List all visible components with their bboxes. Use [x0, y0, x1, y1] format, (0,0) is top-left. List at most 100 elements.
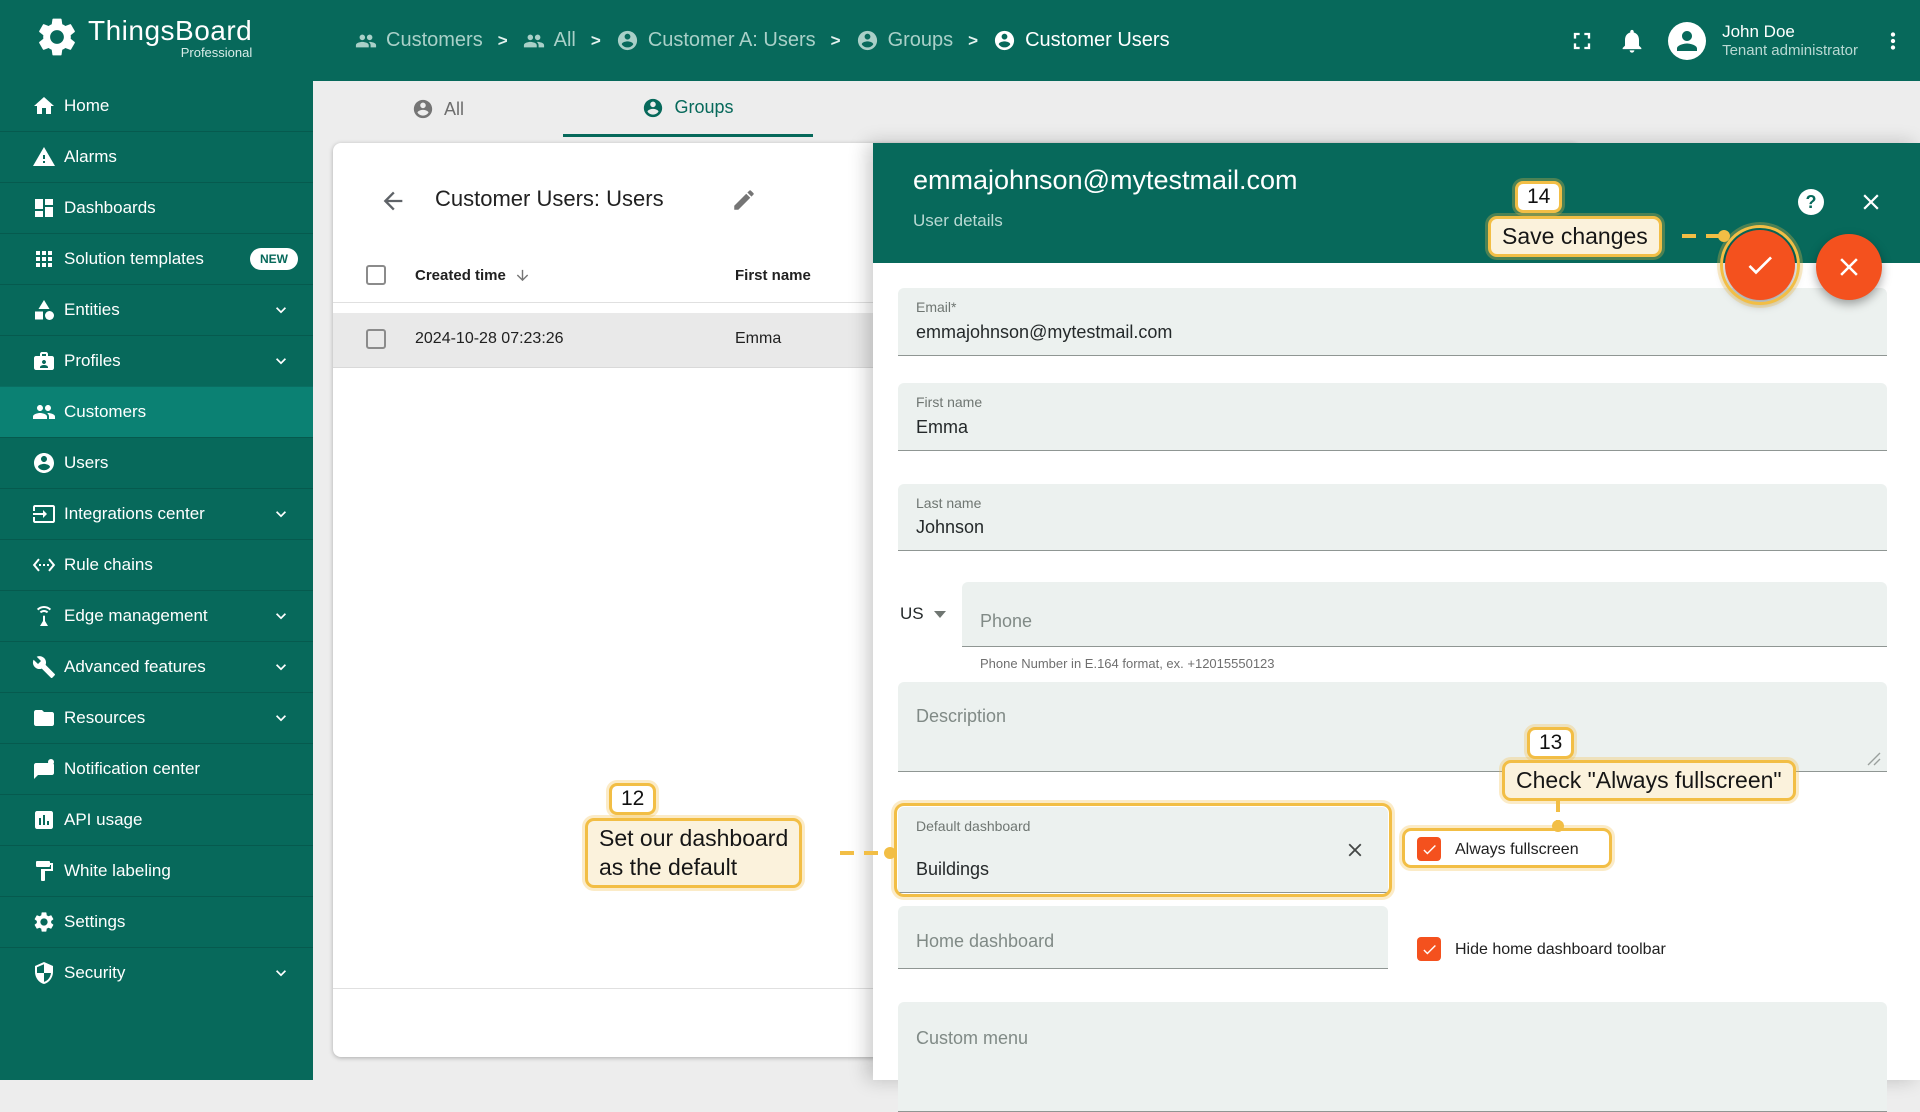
phone-hint: Phone Number in E.164 format, ex. +12015… — [980, 656, 1275, 671]
sidebar-item-alarms[interactable]: Alarms — [0, 131, 313, 182]
sidebar-item-customers[interactable]: Customers — [0, 386, 313, 437]
brand-subtitle: Professional — [180, 44, 253, 60]
default-dashboard-field[interactable]: Default dashboard — [898, 807, 1388, 893]
sidebar-item-settings[interactable]: Settings — [0, 896, 313, 947]
sidebar-item-entities[interactable]: Entities — [0, 284, 313, 335]
people-icon — [355, 30, 377, 52]
chevron-down-icon — [271, 351, 291, 371]
user-info[interactable]: John Doe Tenant administrator — [1722, 21, 1858, 61]
sidebar-item-solution-templates[interactable]: Solution templates NEW — [0, 233, 313, 284]
breadcrumb: Customers > All > Customer A: Users > Gr… — [355, 0, 1170, 81]
sidebar-item-notification-center[interactable]: Notification center — [0, 743, 313, 794]
custom-menu-field[interactable]: Custom menu — [898, 1002, 1887, 1112]
column-first-name[interactable]: First name — [735, 267, 811, 284]
breadcrumb-label: Groups — [887, 29, 954, 51]
cell-first-name: Emma — [735, 330, 782, 347]
breadcrumb-groups[interactable]: Groups — [856, 29, 954, 52]
last-name-input[interactable] — [916, 517, 1845, 538]
phone-input[interactable] — [980, 611, 1845, 632]
tab-all[interactable]: All — [313, 81, 563, 137]
notifications-bell-icon[interactable] — [1618, 27, 1646, 55]
home-dashboard-input[interactable] — [916, 931, 1346, 952]
sidebar-item-white-labeling[interactable]: White labeling — [0, 845, 313, 896]
fullscreen-icon[interactable] — [1568, 27, 1596, 55]
row-checkbox[interactable] — [366, 329, 386, 349]
main-content: All Groups Customer Users: Users Created… — [313, 81, 1920, 1112]
first-name-field[interactable]: First name — [898, 383, 1887, 451]
tab-label: All — [443, 98, 464, 119]
avatar[interactable] — [1668, 21, 1707, 60]
sidebar-item-users[interactable]: Users — [0, 437, 313, 488]
sidebar-item-dashboards[interactable]: Dashboards — [0, 182, 313, 233]
table-title: Customer Users: Users — [435, 186, 664, 211]
edit-pencil-icon[interactable] — [731, 187, 757, 213]
breadcrumb-customers[interactable]: Customers — [355, 29, 483, 52]
sort-desc-arrow-icon — [516, 269, 529, 282]
sidebar-item-api-usage[interactable]: API usage — [0, 794, 313, 845]
sidebar-nav: Home Alarms Dashboards Solution template… — [0, 80, 313, 998]
always-fullscreen-checkbox[interactable] — [1417, 837, 1441, 861]
help-icon[interactable]: ? — [1798, 189, 1824, 215]
hide-home-toolbar-checkbox[interactable] — [1417, 937, 1441, 961]
home-dashboard-field[interactable] — [898, 906, 1388, 969]
advanced-features-icon — [32, 655, 56, 679]
app-logo[interactable]: ThingsBoard Professional — [34, 14, 252, 60]
back-arrow-icon[interactable] — [379, 187, 407, 215]
description-field[interactable]: Description — [898, 682, 1887, 772]
last-name-field[interactable]: Last name — [898, 484, 1887, 551]
annotation-13-number: 13 — [1527, 727, 1575, 759]
sidebar-item-integrations-center[interactable]: Integrations center — [0, 488, 313, 539]
new-badge: NEW — [250, 248, 298, 270]
breadcrumb-label: Customer Users — [1025, 29, 1170, 51]
sidebar-item-profiles[interactable]: Profiles — [0, 335, 313, 386]
close-icon[interactable] — [1858, 189, 1884, 215]
cancel-button[interactable] — [1816, 234, 1882, 300]
sidebar-item-rule-chains[interactable]: Rule chains — [0, 539, 313, 590]
sidebar-item-advanced-features[interactable]: Advanced features — [0, 641, 313, 692]
phone-country-select[interactable]: US — [900, 604, 946, 624]
sidebar-item-edge-management[interactable]: Edge management — [0, 590, 313, 641]
annotation-12-number: 12 — [609, 783, 657, 815]
more-vert-icon[interactable] — [1880, 28, 1906, 54]
email-field[interactable]: Email* — [898, 288, 1887, 356]
hide-home-toolbar-label[interactable]: Hide home dashboard toolbar — [1455, 941, 1666, 959]
breadcrumb-separator: > — [590, 30, 601, 50]
clear-icon[interactable] — [1344, 839, 1366, 861]
resources-folder-icon — [32, 706, 56, 730]
breadcrumb-separator: > — [830, 30, 841, 50]
sidebar: ThingsBoard Professional Home Alarms Das… — [0, 0, 313, 1080]
chevron-down-icon — [271, 963, 291, 983]
users-icon — [32, 451, 56, 475]
sidebar-item-security[interactable]: Security — [0, 947, 313, 998]
brand-name: ThingsBoard — [88, 14, 253, 46]
breadcrumb-all[interactable]: All — [523, 29, 576, 52]
tab-groups[interactable]: Groups — [563, 81, 813, 137]
api-usage-icon — [32, 808, 56, 832]
person-circle-icon — [856, 29, 879, 52]
default-dashboard-input[interactable] — [916, 859, 1346, 880]
annotation-13-dot — [1552, 820, 1564, 832]
column-created-time[interactable]: Created time — [415, 267, 531, 284]
person-circle-icon — [616, 29, 639, 52]
annotation-14-box: Save changes — [1488, 216, 1662, 257]
sidebar-item-resources[interactable]: Resources — [0, 692, 313, 743]
save-changes-button[interactable] — [1725, 230, 1795, 300]
dashboards-icon — [32, 196, 56, 220]
select-all-checkbox[interactable] — [366, 265, 386, 285]
breadcrumb-customer-users[interactable]: Customer Users — [993, 29, 1170, 52]
annotation-12-connector — [840, 851, 886, 855]
white-labeling-icon — [32, 859, 56, 883]
breadcrumb-separator: > — [497, 30, 508, 50]
person-circle-icon — [993, 29, 1016, 52]
first-name-input[interactable] — [916, 417, 1845, 438]
chevron-down-icon — [271, 300, 291, 320]
sidebar-item-home[interactable]: Home — [0, 80, 313, 131]
always-fullscreen-label[interactable]: Always fullscreen — [1455, 841, 1579, 859]
resize-grip-icon[interactable] — [1867, 752, 1881, 766]
email-input[interactable] — [916, 322, 1845, 343]
check-icon — [1748, 256, 1772, 275]
phone-field[interactable] — [962, 582, 1887, 647]
user-role: Tenant administrator — [1722, 41, 1858, 59]
breadcrumb-customer-a-users[interactable]: Customer A: Users — [616, 29, 816, 52]
annotation-14-dot — [1718, 230, 1730, 242]
